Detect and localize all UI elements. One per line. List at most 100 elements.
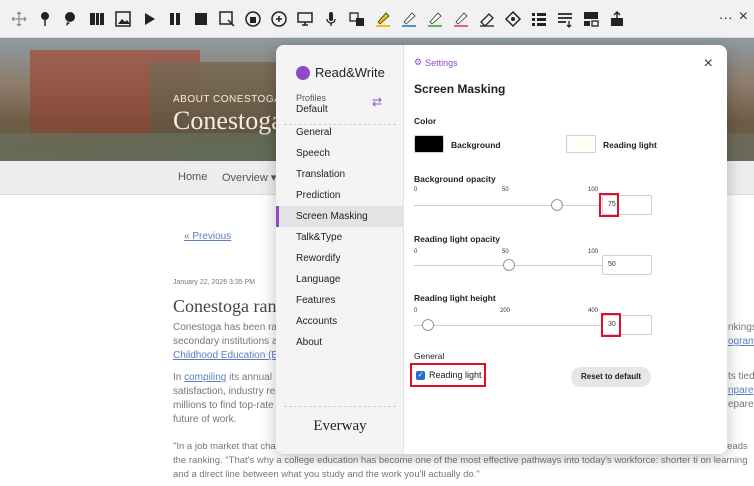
rl-height-track[interactable] (414, 325, 604, 326)
general-section-label: General (414, 351, 445, 361)
p1-line-2: secondary institutions a (173, 336, 278, 347)
rl-height-label: Reading light height (414, 293, 496, 303)
screenshot-reader-icon[interactable] (216, 8, 238, 30)
talk-icon[interactable] (60, 8, 82, 30)
bg-opacity-thumb[interactable] (550, 199, 563, 211)
readwrite-logo-icon (296, 65, 310, 80)
rl-opacity-value: 50 (608, 261, 616, 268)
simplify-icon[interactable] (554, 8, 576, 30)
article-title: Conestoga rank (173, 296, 286, 316)
menu-speech[interactable]: Speech (276, 143, 404, 164)
breadcrumb-label: Settings (425, 57, 458, 68)
highlight-blue-icon[interactable] (398, 8, 420, 30)
menu-talk-and-type[interactable]: Talk&Type (276, 227, 404, 248)
bg-opacity-min: 0 (414, 187, 418, 193)
nav-overview-dropdown[interactable]: Overview ▾ (222, 171, 276, 184)
play-icon[interactable] (138, 8, 160, 30)
book-icon[interactable] (86, 8, 108, 30)
reset-to-default-button[interactable]: Reset to default (571, 367, 651, 387)
right-snippet-epare: epare (728, 399, 754, 410)
stop-icon[interactable] (190, 8, 212, 30)
gear-icon: ⚙ (414, 57, 423, 67)
article-paragraph-2: In compiling its annual satisfaction, in… (173, 371, 283, 427)
clear-highlights-icon[interactable] (476, 8, 498, 30)
practice-reading-icon[interactable] (606, 8, 628, 30)
menu-general[interactable]: General (276, 122, 404, 143)
rl-height-thumb[interactable] (422, 319, 435, 331)
vocabulary-icon[interactable] (528, 8, 550, 30)
menu-prediction[interactable]: Prediction (276, 185, 404, 206)
highlight-yellow-icon[interactable] (372, 8, 394, 30)
menu-translation[interactable]: Translation (276, 164, 404, 185)
audio-maker-icon[interactable] (242, 8, 264, 30)
highlight-box-bg-opacity (599, 193, 619, 217)
toolbar-close-button[interactable]: × (739, 8, 748, 26)
logo-text: Read&Write (315, 65, 385, 80)
article-date: January 22, 2026 3:35 PM (173, 279, 256, 286)
voice-note-icon[interactable] (268, 8, 290, 30)
menu-rewordify[interactable]: Rewordify (276, 248, 404, 269)
reading-light-color-swatch[interactable] (566, 135, 596, 153)
highlight-box-reading-light (410, 363, 486, 387)
menu-language[interactable]: Language (276, 269, 404, 290)
menu-accounts[interactable]: Accounts (276, 311, 404, 332)
rl-opacity-mid: 50 (502, 249, 509, 255)
p2-line-2: satisfaction, industry re (173, 386, 276, 397)
p2-line-3: millions to find top-rate (173, 400, 274, 411)
reading-light-color-label: Reading light (603, 140, 657, 150)
readwrite-toolbar: ··· × (0, 0, 754, 38)
pin-icon[interactable] (34, 8, 56, 30)
highlight-green-icon[interactable] (424, 8, 446, 30)
p1-link[interactable]: Childhood Education (E (173, 349, 283, 363)
collect-highlights-icon[interactable] (502, 8, 524, 30)
swap-profile-icon[interactable]: ⇄ (372, 95, 382, 109)
pause-icon[interactable] (164, 8, 186, 30)
microphone-icon[interactable] (320, 8, 342, 30)
rl-opacity-label: Reading light opacity (414, 234, 500, 244)
menu-features[interactable]: Features (276, 290, 404, 311)
move-icon[interactable] (8, 8, 30, 30)
bg-opacity-max: 100 (588, 187, 599, 193)
settings-sidebar: Read&Write Profiles Default ⇄ General Sp… (276, 45, 404, 454)
p2-prefix: In (173, 372, 185, 383)
right-snippet-program[interactable]: ogram (728, 336, 754, 347)
bg-opacity-mid: 50 (502, 187, 509, 193)
menu-about[interactable]: About (276, 332, 404, 353)
rl-height-mid: 200 (500, 308, 511, 314)
rl-opacity-thumb[interactable] (503, 259, 515, 271)
profile-selector[interactable]: Default (296, 104, 328, 115)
settings-dialog: Read&Write Profiles Default ⇄ General Sp… (276, 45, 727, 454)
rl-height-min: 0 (414, 308, 418, 314)
p2-suffix: its annual (226, 372, 272, 383)
everway-logo: Everway (313, 418, 367, 434)
readwrite-logo: Read&Write (296, 65, 385, 80)
bg-opacity-track[interactable] (414, 205, 604, 206)
rl-opacity-min: 0 (414, 249, 418, 255)
compiling-link[interactable]: compiling (184, 372, 226, 383)
settings-breadcrumb: ⚙ Settings (414, 57, 458, 68)
right-snippet-npare[interactable]: npare (728, 385, 754, 396)
picture-icon[interactable] (112, 8, 134, 30)
dialog-close-button[interactable]: × (704, 55, 713, 73)
panel-title: Screen Masking (414, 82, 506, 96)
color-section-label: Color (414, 116, 437, 126)
highlight-pink-icon[interactable] (450, 8, 472, 30)
menu-screen-masking[interactable]: Screen Masking (276, 206, 404, 227)
background-color-label: Background (451, 140, 501, 150)
text-icon[interactable] (294, 8, 316, 30)
nav-home-link[interactable]: Home (178, 171, 207, 183)
screen-mask-icon[interactable] (580, 8, 602, 30)
hero-subtitle: ABOUT CONESTOGA (173, 94, 282, 105)
p2-line-4: future of work. (173, 414, 237, 425)
bg-opacity-label: Background opacity (414, 174, 496, 184)
background-color-swatch[interactable] (414, 135, 444, 153)
sidebar-divider-bottom (284, 406, 396, 407)
previous-link[interactable]: « Previous (184, 231, 231, 242)
more-options-button[interactable]: ··· (719, 9, 733, 25)
rl-height-max: 400 (588, 308, 599, 314)
p1-line-1: Conestoga has been ran (173, 322, 283, 333)
right-snippet-tied: ts tied (728, 371, 754, 382)
screen-masking-panel: ⚙ Settings × Screen Masking Color Backgr… (404, 45, 727, 454)
translate-icon[interactable] (346, 8, 368, 30)
highlight-box-rl-height (601, 313, 621, 337)
